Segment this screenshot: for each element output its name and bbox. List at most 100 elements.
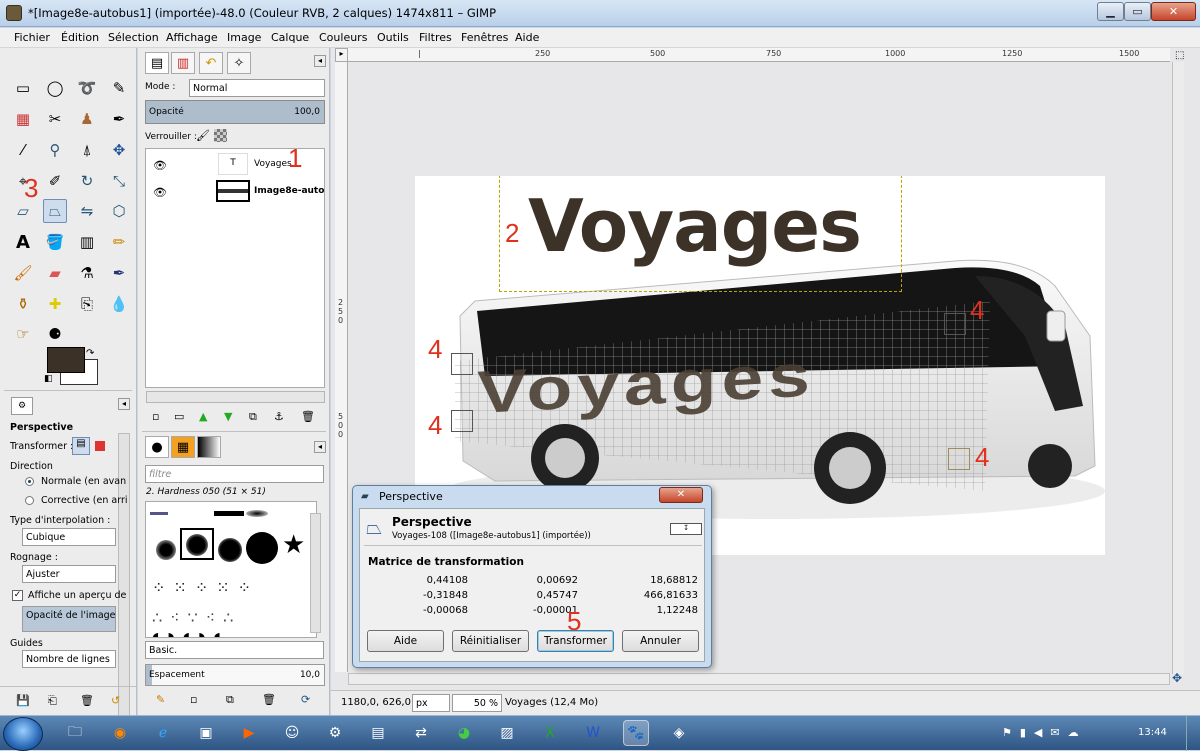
raise-layer-icon[interactable]: ▲ xyxy=(199,410,207,423)
lock-alpha-icon[interactable] xyxy=(214,129,227,142)
new-brush-icon[interactable]: ▫ xyxy=(190,693,197,706)
undo-history-tab-icon[interactable]: ↶ xyxy=(199,52,223,74)
gradient-icon[interactable]: ▥ xyxy=(75,230,99,254)
delete-options-icon[interactable]: 🗑 xyxy=(80,694,94,707)
swap-colors-icon[interactable]: ↷ xyxy=(86,348,94,359)
cancel-button[interactable]: Annuler xyxy=(622,630,699,652)
text-tool-icon[interactable]: A xyxy=(11,230,35,254)
firefox-taskbar-icon[interactable]: ◉ xyxy=(107,720,133,746)
scale-icon[interactable]: ⤡ xyxy=(107,169,131,193)
layer-row-autobus[interactable]: 👁 Image8e-autobu xyxy=(146,178,324,204)
transform-layer-icon[interactable]: ▤ xyxy=(72,437,90,455)
media-taskbar-icon[interactable]: ▶ xyxy=(236,720,262,746)
menu-image[interactable]: Image xyxy=(227,31,261,44)
show-desktop-button[interactable] xyxy=(1186,716,1200,751)
app-taskbar-icon[interactable]: ▣ xyxy=(193,720,219,746)
measure-icon[interactable]: ⍋ xyxy=(75,138,99,162)
opacity-slider[interactable]: Opacité 100,0 xyxy=(145,100,325,124)
restore-options-icon[interactable]: ⎗ xyxy=(48,694,57,708)
reset-options-icon[interactable]: ↺ xyxy=(111,694,120,707)
lasso-icon[interactable]: ➰ xyxy=(75,76,99,100)
dock-menu-icon[interactable]: ◂ xyxy=(118,398,130,410)
foreground-color-swatch[interactable] xyxy=(47,347,85,373)
rotate-icon[interactable]: ↻ xyxy=(75,169,99,193)
quickmask-corner-icon[interactable]: ▸ xyxy=(335,48,348,62)
reset-button[interactable]: Réinitialiser xyxy=(452,630,529,652)
brush-item[interactable]: ⁘⁙⁘⁙⁘ xyxy=(152,578,259,597)
system-tray-icons[interactable]: ⚑▮◀✉☁ xyxy=(1002,726,1087,739)
menu-edition[interactable]: Édition xyxy=(61,31,99,44)
unit-select[interactable]: px xyxy=(412,694,450,712)
transform-selection-icon[interactable] xyxy=(95,441,105,451)
perspective-handle-top-right[interactable] xyxy=(944,313,966,335)
dodge-burn-icon[interactable]: ⚈ xyxy=(43,322,67,346)
menu-filtres[interactable]: Filtres xyxy=(419,31,452,44)
lock-pixels-icon[interactable]: 🖌 xyxy=(196,129,210,142)
delete-brush-icon[interactable]: 🗑 xyxy=(262,693,276,706)
dialog-pin-icon[interactable]: ↧ xyxy=(670,523,702,535)
brush-item[interactable]: ★ xyxy=(282,530,305,560)
excel-taskbar-icon[interactable]: X xyxy=(537,720,563,746)
word-taskbar-icon[interactable]: W xyxy=(580,720,606,746)
menu-selection[interactable]: Sélection xyxy=(108,31,159,44)
scissors-icon[interactable]: ✂ xyxy=(43,107,67,131)
show-preview-checkbox[interactable]: ✓ xyxy=(12,590,23,601)
maximize-button[interactable]: ▭ xyxy=(1124,2,1151,21)
delete-layer-icon[interactable]: 🗑 xyxy=(301,410,315,423)
duplicate-layer-icon[interactable]: ⧉ xyxy=(249,410,257,424)
app-taskbar-icon[interactable]: ☺ xyxy=(279,720,305,746)
dialog-close-button[interactable]: ✕ xyxy=(659,487,703,503)
brush-item[interactable] xyxy=(186,534,208,556)
foreground-select-icon[interactable]: ♟ xyxy=(75,107,99,131)
refresh-brushes-icon[interactable]: ⟳ xyxy=(301,693,310,706)
interpolation-select[interactable]: Cubique xyxy=(22,528,116,546)
minimize-button[interactable]: ▁ xyxy=(1097,2,1124,21)
zoom-icon[interactable]: ⚲ xyxy=(43,138,67,162)
menu-aide[interactable]: Aide xyxy=(515,31,539,44)
layers-tab-icon[interactable]: ▤ xyxy=(145,52,169,74)
brush-item[interactable]: ◖◗◖◗◖ xyxy=(152,630,229,637)
help-button[interactable]: Aide xyxy=(367,630,444,652)
menu-fichier[interactable]: Fichier xyxy=(14,31,50,44)
flip-icon[interactable]: ⇋ xyxy=(75,199,99,223)
zoom-fit-icon[interactable]: ⬚ xyxy=(1175,50,1184,61)
paths-tab-icon[interactable]: ✧ xyxy=(227,52,251,74)
visibility-eye-icon[interactable]: 👁 xyxy=(153,186,167,199)
layers-dock-menu-icon[interactable]: ◂ xyxy=(314,55,326,67)
spacing-slider[interactable]: Espacement 10,0 xyxy=(145,664,325,686)
patterns-tab-icon[interactable]: ▦ xyxy=(171,436,195,458)
duplicate-brush-icon[interactable]: ⧉ xyxy=(226,693,234,707)
ellipse-select-icon[interactable]: ◯ xyxy=(43,76,67,100)
guides-select[interactable]: Nombre de lignes xyxy=(22,650,116,668)
gimp-taskbar-icon[interactable]: 🐾 xyxy=(623,720,649,746)
menu-affichage[interactable]: Affichage xyxy=(166,31,218,44)
perspective-tool-icon[interactable]: ⏢ xyxy=(43,199,67,223)
brushes-dock-menu-icon[interactable]: ◂ xyxy=(314,441,326,453)
image-opacity-slider[interactable]: Opacité de l'image xyxy=(22,606,116,632)
default-colors-icon[interactable]: ◧ xyxy=(44,374,53,384)
clone-icon[interactable]: ⚱ xyxy=(11,292,35,316)
pencil-icon[interactable]: ✏ xyxy=(107,230,131,254)
ie-taskbar-icon[interactable]: ℯ xyxy=(150,720,176,746)
channels-tab-icon[interactable]: ▥ xyxy=(171,52,195,74)
visibility-eye-icon[interactable]: 👁 xyxy=(153,159,167,172)
anchor-layer-icon[interactable]: ⚓ xyxy=(274,410,284,423)
brush-item[interactable] xyxy=(156,540,176,560)
app-taskbar-icon[interactable]: ⇄ xyxy=(408,720,434,746)
save-options-icon[interactable]: 💾 xyxy=(16,694,30,707)
layers-hscrollbar[interactable] xyxy=(146,391,325,403)
chrome-taskbar-icon[interactable]: ◕ xyxy=(451,720,477,746)
clipping-select[interactable]: Ajuster xyxy=(22,565,116,583)
brush-preset-select[interactable]: Basic. xyxy=(145,641,324,659)
paths-icon[interactable]: ✒ xyxy=(107,107,131,131)
move-icon[interactable]: ✥ xyxy=(107,138,131,162)
canvas-hscrollbar[interactable] xyxy=(348,673,1170,685)
app-taskbar-icon[interactable]: ◈ xyxy=(666,720,692,746)
ink-icon[interactable]: ✒ xyxy=(107,261,131,285)
direction-corrective-radio[interactable] xyxy=(25,496,34,505)
zoom-select[interactable]: 50 % xyxy=(452,694,502,712)
close-button[interactable]: ✕ xyxy=(1151,2,1196,21)
edit-brush-icon[interactable]: ✎ xyxy=(156,693,165,706)
menu-outils[interactable]: Outils xyxy=(377,31,409,44)
brush-item[interactable] xyxy=(246,510,268,517)
